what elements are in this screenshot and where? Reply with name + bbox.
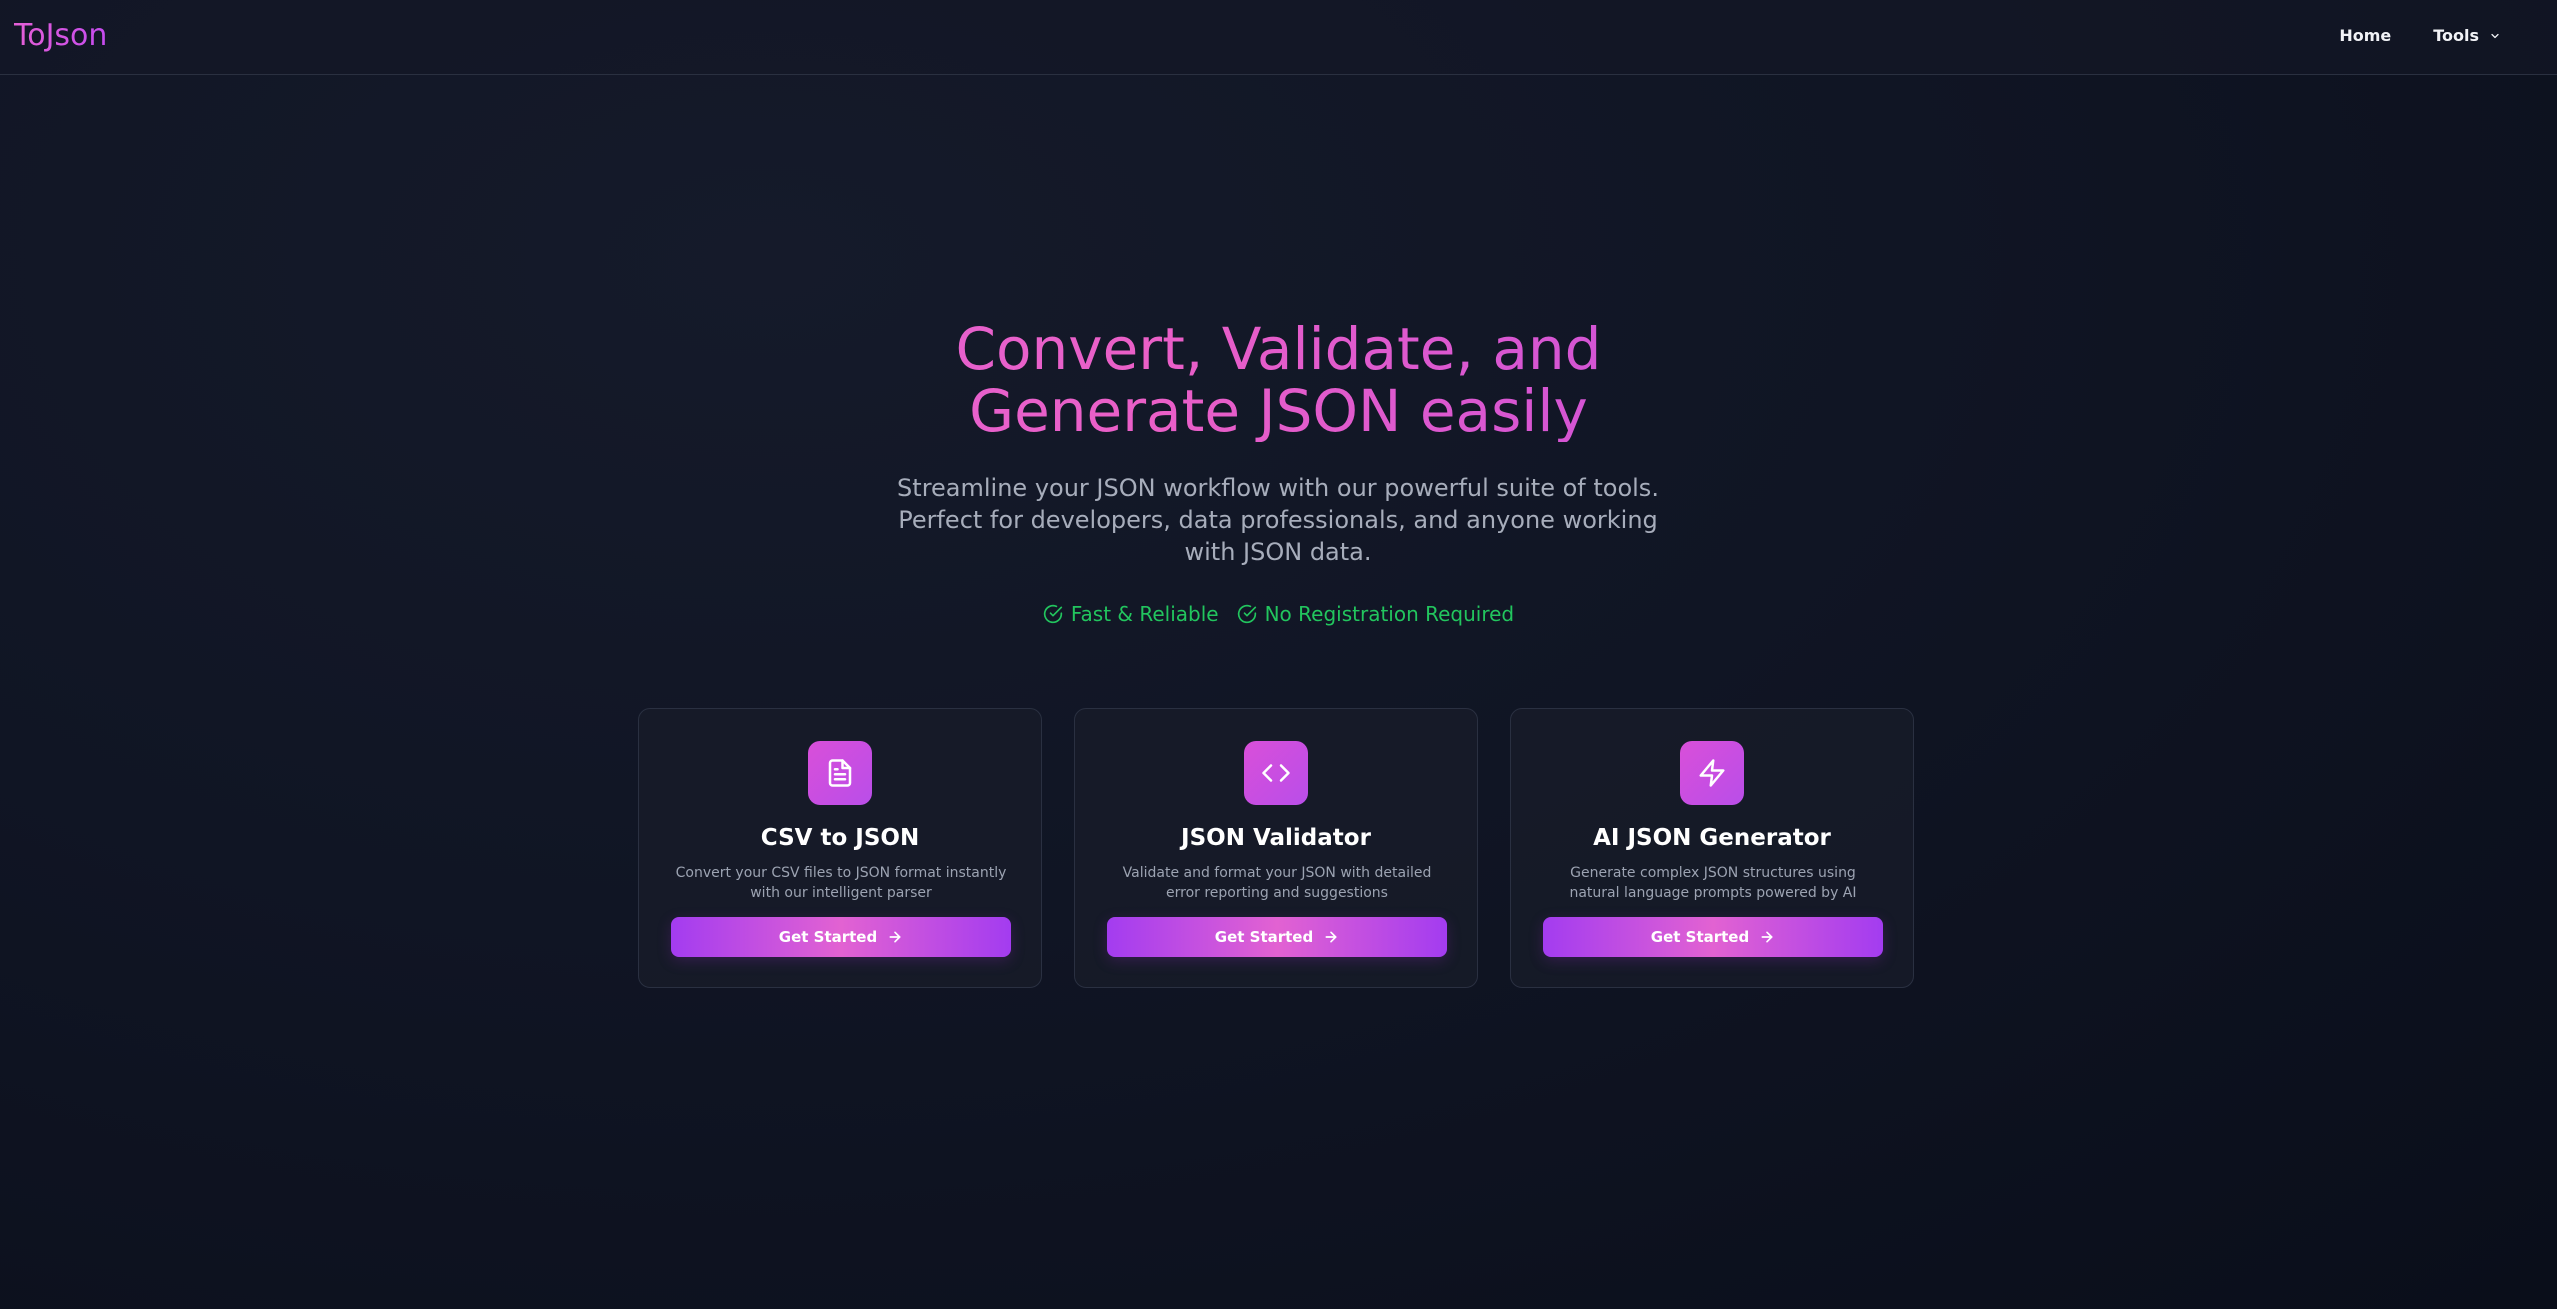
get-started-button[interactable]: Get Started <box>1543 917 1883 957</box>
card-title: JSON Validator <box>1181 825 1371 851</box>
card-icon-wrapper <box>1244 741 1308 805</box>
card-description: Validate and format your JSON with detai… <box>1122 865 1432 901</box>
card-icon-wrapper <box>1680 741 1744 805</box>
card-title: CSV to JSON <box>760 825 920 851</box>
hero-title-line1: Convert, Validate, and <box>0 318 2557 380</box>
card-json-validator: JSON Validator Validate and format your … <box>1074 708 1478 988</box>
tool-cards: CSV to JSON Convert your CSV files to JS… <box>638 708 1914 988</box>
card-description: Convert your CSV files to JSON format in… <box>675 865 1007 901</box>
get-started-button[interactable]: Get Started <box>1107 917 1447 957</box>
card-title: AI JSON Generator <box>1593 825 1831 851</box>
feature-label: No Registration Required <box>1264 602 1515 626</box>
file-text-icon <box>828 759 852 787</box>
feature-list: Fast & Reliable No Registration Required <box>0 602 2557 626</box>
get-started-button[interactable]: Get Started <box>671 917 1011 957</box>
zap-icon <box>1699 759 1725 787</box>
nav-home-label: Home <box>2339 26 2392 45</box>
code-icon <box>1262 764 1290 782</box>
chevron-down-icon <box>2491 33 2499 38</box>
hero-subtitle: Streamline your JSON workflow with our p… <box>897 474 1659 566</box>
arrow-right-icon <box>889 931 901 943</box>
hero-title-line2: Generate JSON easily <box>0 380 2557 442</box>
feature-item-fast: Fast & Reliable <box>1043 602 1219 626</box>
card-description: Generate complex JSON structures using n… <box>1569 865 1857 901</box>
feature-label: Fast & Reliable <box>1070 602 1219 626</box>
card-icon-wrapper <box>808 741 872 805</box>
button-label: Get Started <box>1214 928 1314 946</box>
nav-links: Home Tools <box>2339 26 2501 45</box>
card-csv-to-json: CSV to JSON Convert your CSV files to JS… <box>638 708 1042 988</box>
card-ai-json-generator: AI JSON Generator Generate complex JSON … <box>1510 708 1914 988</box>
arrow-right-icon <box>1325 931 1337 943</box>
nav-tools-dropdown[interactable]: Tools <box>2433 26 2501 45</box>
feature-item-no-registration: No Registration Required <box>1237 602 1515 626</box>
arrow-right-icon <box>1761 931 1773 943</box>
nav-tools-label: Tools <box>2433 26 2479 45</box>
top-navbar: ToJson Home Tools <box>0 0 2557 75</box>
brand-logo[interactable]: ToJson <box>14 18 107 53</box>
button-label: Get Started <box>778 928 878 946</box>
hero-title: Convert, Validate, and Generate JSON eas… <box>0 318 2557 442</box>
nav-home-link[interactable]: Home <box>2339 26 2391 45</box>
button-label: Get Started <box>1650 928 1750 946</box>
check-circle-icon <box>1043 604 1063 624</box>
check-circle-icon <box>1237 604 1256 624</box>
